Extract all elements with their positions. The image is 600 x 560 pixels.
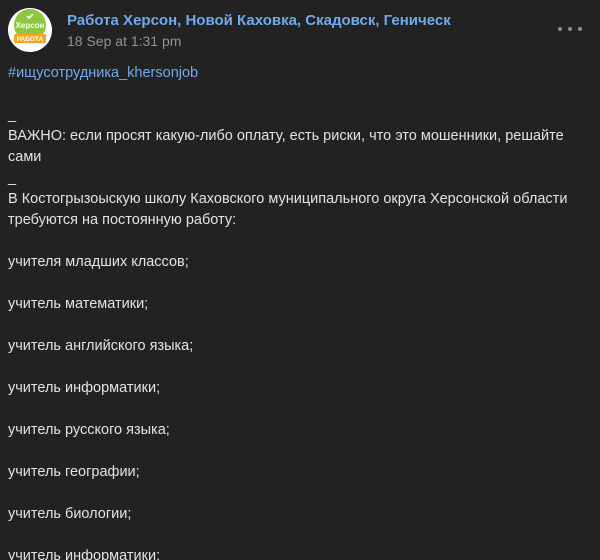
vacancy-item: учитель математики; [8, 296, 149, 312]
vacancy-item: учитель биологии; [8, 506, 132, 522]
hashtag-link[interactable]: #ищусотрудника_khersonjob [8, 65, 198, 81]
vacancy-item: учителя младших классов; [8, 254, 189, 270]
post-date[interactable]: 18 Sep at 1:31 pm [67, 33, 181, 49]
vacancy-item: учитель английского языка; [8, 338, 194, 354]
avatar-badge-text: РАБОТА [17, 36, 44, 43]
more-horizontal-icon [558, 27, 562, 31]
separator: _ [8, 107, 17, 123]
group-avatar[interactable]: Херсон РАБОТА [8, 8, 52, 52]
avatar-logo-image: Херсон РАБОТА [8, 8, 52, 52]
more-options-button[interactable] [558, 21, 582, 37]
vacancy-item: учитель информатики; [8, 548, 161, 560]
more-horizontal-icon-dot [568, 27, 572, 31]
vacancy-item: учитель информатики; [8, 380, 161, 396]
post-text: #ищусотрудника_khersonjob _ ВАЖНО: если … [8, 63, 588, 560]
separator: _ [8, 170, 17, 186]
warning-text: ВАЖНО: если просят какую-либо оплату, ес… [8, 128, 564, 165]
wall-post: Херсон РАБОТА Работа Херсон, Новой Кахов… [0, 0, 600, 560]
group-name-link[interactable]: Работа Херсон, Новой Каховка, Скадовск, … [67, 12, 451, 29]
vacancy-item: учитель русского языка; [8, 422, 170, 438]
intro-text: В Костогрызоыскую школу Каховского муниц… [8, 191, 568, 228]
vacancy-item: учитель географии; [8, 464, 140, 480]
avatar-top-text: Херсон [16, 21, 45, 30]
more-horizontal-icon-dot [578, 27, 582, 31]
